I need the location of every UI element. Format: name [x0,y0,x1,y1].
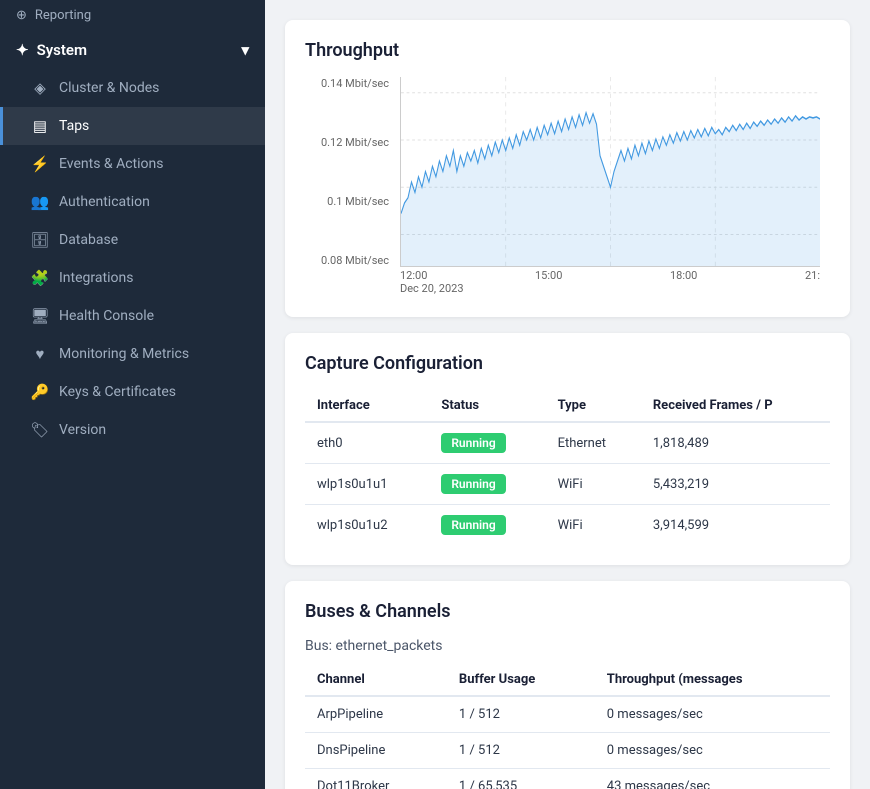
taps-icon: ▤ [31,117,49,135]
sidebar-item-taps[interactable]: ▤ Taps [0,107,265,145]
cluster-icon: ◈ [31,79,49,97]
row-interface: wlp1s0u1u1 [305,464,429,505]
col-interface: Interface [305,390,429,422]
reporting-icon: ⊕ [16,8,27,23]
row-frames: 1,818,489 [641,422,830,464]
col-type: Type [546,390,641,422]
sidebar-item-version[interactable]: 🏷 Version [0,411,265,449]
sidebar-item-health-console[interactable]: 🖥 Health Console [0,297,265,335]
capture-config-title: Capture Configuration [305,353,830,374]
sidebar-item-integrations[interactable]: 🧩 Integrations [0,259,265,297]
col-frames: Received Frames / P [641,390,830,422]
sidebar: ⊕ Reporting ✦ System ▾ ◈ Cluster & Nodes… [0,0,265,789]
table-row: DnsPipeline 1 / 512 0 messages/sec [305,733,830,769]
sidebar-reporting-item[interactable]: ⊕ Reporting [0,0,265,31]
row-frames: 5,433,219 [641,464,830,505]
chart-y-labels: 0.14 Mbit/sec 0.12 Mbit/sec 0.1 Mbit/sec… [305,77,395,267]
sidebar-item-label: Integrations [59,270,133,286]
row-interface: eth0 [305,422,429,464]
col-throughput: Throughput (messages [595,664,830,696]
chart-svg-area [400,77,820,267]
row-buffer: 1 / 512 [447,733,595,769]
badge-running: Running [441,515,505,535]
row-type: WiFi [546,464,641,505]
row-interface: wlp1s0u1u2 [305,505,429,546]
sidebar-item-monitoring-metrics[interactable]: ♥ Monitoring & Metrics [0,335,265,373]
monitoring-icon: ♥ [31,345,49,363]
system-label: System [37,41,87,59]
version-icon: 🏷 [31,421,49,439]
sidebar-item-keys-certificates[interactable]: 🔑 Keys & Certificates [0,373,265,411]
bus-name: ethernet_packets [336,638,443,654]
y-label-3: 0.1 Mbit/sec [305,195,389,208]
buses-channels-title: Buses & Channels [305,601,830,622]
system-icon: ✦ [16,41,29,59]
sidebar-item-label: Version [59,422,106,438]
badge-running: Running [441,433,505,453]
row-status: Running [429,505,545,546]
y-label-4: 0.08 Mbit/sec [305,254,389,267]
throughput-title: Throughput [305,40,830,61]
x-label-1500: 15:00 [535,269,562,297]
sidebar-item-label: Taps [59,118,89,134]
col-buffer: Buffer Usage [447,664,595,696]
row-throughput: 0 messages/sec [595,733,830,769]
integrations-icon: 🧩 [31,269,49,287]
row-throughput: 0 messages/sec [595,696,830,733]
main-content: Throughput 0.14 Mbit/sec 0.12 Mbit/sec 0… [265,0,870,789]
col-channel: Channel [305,664,447,696]
table-row: wlp1s0u1u2 Running WiFi 3,914,599 [305,505,830,546]
row-status: Running [429,422,545,464]
throughput-card: Throughput 0.14 Mbit/sec 0.12 Mbit/sec 0… [285,20,850,317]
y-label-1: 0.14 Mbit/sec [305,77,389,90]
table-row: Dot11Broker 1 / 65,535 43 messages/sec [305,769,830,789]
table-row: wlp1s0u1u1 Running WiFi 5,433,219 [305,464,830,505]
row-channel: ArpPipeline [305,696,447,733]
sidebar-item-database[interactable]: 🗄 Database [0,221,265,259]
sidebar-item-label: Events & Actions [59,156,163,172]
sidebar-item-label: Cluster & Nodes [59,80,159,96]
sidebar-item-label: Health Console [59,308,154,324]
bus-label: Bus: [305,638,332,654]
capture-config-table: Interface Status Type Received Frames / … [305,390,830,545]
x-label-1800: 18:00 [670,269,697,297]
sidebar-item-cluster-nodes[interactable]: ◈ Cluster & Nodes [0,69,265,107]
row-frames: 3,914,599 [641,505,830,546]
col-status: Status [429,390,545,422]
row-type: WiFi [546,505,641,546]
sidebar-item-events-actions[interactable]: ⚡ Events & Actions [0,145,265,183]
row-buffer: 1 / 512 [447,696,595,733]
sidebar-item-label: Authentication [59,194,150,210]
sidebar-item-label: Database [59,232,118,248]
sidebar-reporting-label: Reporting [35,8,91,23]
database-icon: 🗄 [31,231,49,249]
row-throughput: 43 messages/sec [595,769,830,789]
sidebar-item-label: Keys & Certificates [59,384,176,400]
table-row: eth0 Running Ethernet 1,818,489 [305,422,830,464]
health-icon: 🖥 [31,307,49,325]
capture-config-card: Capture Configuration Interface Status T… [285,333,850,565]
table-row: ArpPipeline 1 / 512 0 messages/sec [305,696,830,733]
buses-channels-table: Channel Buffer Usage Throughput (message… [305,664,830,789]
row-channel: Dot11Broker [305,769,447,789]
bus-subtitle: Bus: ethernet_packets [305,638,830,654]
buses-channels-card: Buses & Channels Bus: ethernet_packets C… [285,581,850,789]
row-buffer: 1 / 65,535 [447,769,595,789]
sidebar-item-authentication[interactable]: 👥 Authentication [0,183,265,221]
sidebar-item-label: Monitoring & Metrics [59,346,189,362]
badge-running: Running [441,474,505,494]
throughput-chart: 0.14 Mbit/sec 0.12 Mbit/sec 0.1 Mbit/sec… [305,77,830,297]
auth-icon: 👥 [31,193,49,211]
row-status: Running [429,464,545,505]
keys-icon: 🔑 [31,383,49,401]
row-type: Ethernet [546,422,641,464]
chevron-down-icon: ▾ [241,41,249,59]
sidebar-system-header[interactable]: ✦ System ▾ [0,31,265,69]
y-label-2: 0.12 Mbit/sec [305,136,389,149]
chart-date: Dec 20, 2023 [400,267,464,297]
events-icon: ⚡ [31,155,49,173]
x-label-2100: 21: [805,269,820,297]
row-channel: DnsPipeline [305,733,447,769]
